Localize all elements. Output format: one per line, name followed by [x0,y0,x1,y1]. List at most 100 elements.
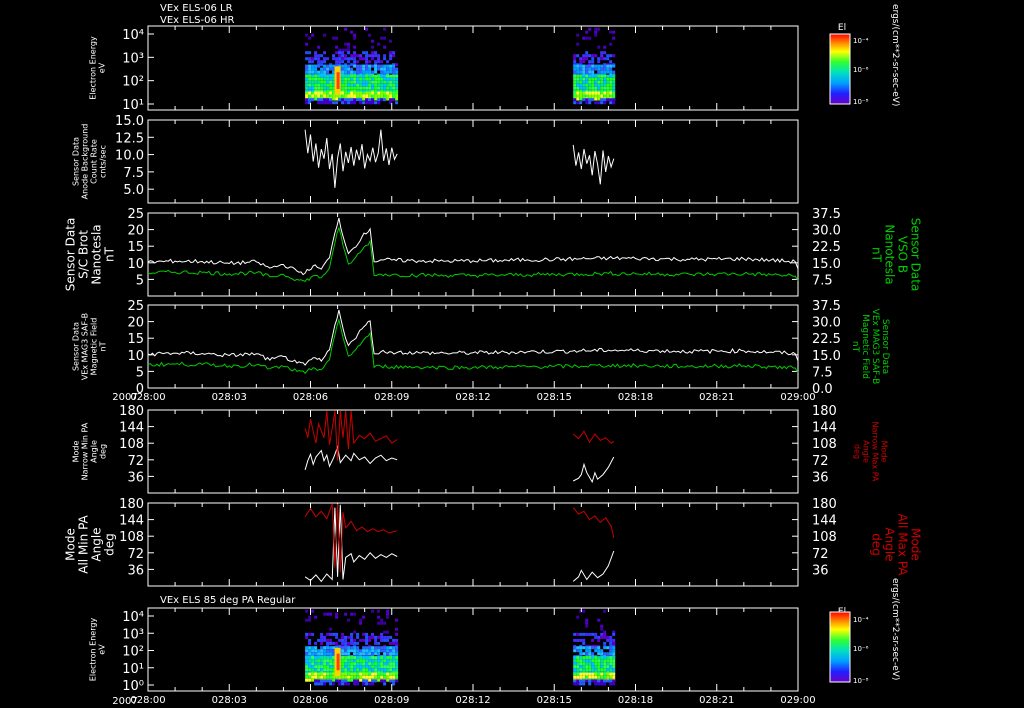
spectrogram-cell [386,675,390,679]
spectrogram-cell [371,83,375,87]
spectrogram-cell [395,641,399,645]
spectrogram-cell [386,635,390,639]
time-tick-label: 028:15 [537,695,572,706]
spectrogram-cell [347,635,351,639]
spectrogram-cell [380,635,384,639]
spectrogram-cell [353,54,357,58]
spectrogram-cell [585,94,589,98]
spectrogram-cell [323,649,327,653]
spectrogram-cell [329,98,333,102]
spectrogram-cell [305,83,309,87]
spectrogram-cell [612,662,616,666]
spectrogram-cell [377,98,381,102]
spectrogram-cell [341,51,345,55]
spectrogram-cell [365,77,369,81]
spectrogram-cell [389,675,393,679]
spectrogram-cell [335,632,339,636]
spectrogram-cell [347,652,351,656]
y2-axis-label-line: VEx MAG3 SAF-B [870,309,880,385]
spectrogram-cell [317,662,321,666]
series-line-min [572,550,615,582]
spectrogram-cell [612,656,616,660]
spectrogram-cell [353,101,357,105]
spectrogram-cell [582,675,586,679]
spectrogram-cell [329,668,333,672]
spectrogram-cell [347,91,351,95]
spectrogram-cell [362,91,366,95]
y2-axis-label-line: Angle [883,527,897,561]
time-tick-label: 028:06 [293,695,328,706]
spectrogram-cell [392,675,396,679]
spectrogram-cell [374,656,378,660]
spectrogram-cell [368,74,372,78]
spectrogram-cell [365,60,369,64]
colorbar-unit: ergs/(cm**2-sr-sec-eV) [890,4,900,106]
spectrogram-cell [573,659,577,663]
spectrogram-cell [380,618,384,622]
spectrogram-cell [612,94,616,98]
spectrogram-cell [612,641,616,645]
y2-tick-label: 7.5 [812,365,833,380]
plot-frame [147,212,799,297]
spectrogram-cell [606,662,610,666]
time-tick-label: 028:03 [212,695,247,706]
spectrogram-cell [365,672,369,676]
spectrogram-cell [308,656,312,660]
spectrogram-cell [591,64,595,68]
spectrogram-cell [597,86,601,90]
y2-tick-label: 15.0 [812,257,841,272]
spectrogram-cell [308,67,312,71]
spectrogram-cell [341,57,345,61]
spectrogram-cell [600,668,604,672]
spectrogram-cell [341,83,345,87]
colorbar-title: El [838,23,846,33]
spectrogram-cell [359,656,363,660]
spectrogram-cell [320,60,324,64]
y-axis-label-line: eV [98,62,107,73]
spectrogram-cell [311,665,315,669]
spectrogram-cell [314,675,318,679]
spectrogram-cell [579,91,583,95]
spectrogram-cell [362,101,366,105]
spectrogram-cell [365,86,369,90]
spectrogram-cell [603,632,607,636]
spectrogram-cell [576,649,580,653]
spectrogram-cell [317,652,321,656]
spectrogram-cell [585,662,589,666]
spectrogram-cell [314,51,318,55]
spectrogram-cell [344,64,348,68]
spectrogram-cell [329,67,333,71]
spectrogram-cell [374,665,378,669]
spectrogram-cell [341,656,345,660]
spectrogram-cell [371,86,375,90]
spectrogram-cell [597,70,601,74]
spectrogram-cell [317,659,321,663]
spectrogram-cell [612,98,616,102]
spectrogram-cell [591,662,595,666]
y-tick-label: 10² [122,645,144,660]
spectrogram-cell [341,98,345,102]
spectrogram-cell [612,672,616,676]
spectrogram-cell [576,91,580,95]
spectrogram-cell [579,83,583,87]
spectrogram-cell [305,618,309,622]
spectrogram-cell [353,682,357,686]
spectrogram-cell [612,74,616,78]
spectrogram-cell [329,675,333,679]
y-axis-label-line: eV [98,644,107,655]
spectrogram-cell [591,54,595,58]
spectrogram-cell [603,57,607,61]
spectrogram-cell [383,682,387,686]
spectrogram-cell [386,612,390,616]
colorbar-top-label: 10⁻⁴ [853,37,869,45]
spectrogram-cell [320,656,324,660]
spectrogram-cell [582,86,586,90]
spectrogram-cell [362,668,366,672]
spectrogram-cell [368,101,372,105]
spectrogram-cell [374,101,378,105]
time-tick-label: 028:18 [618,695,653,706]
spectrogram-cell [585,77,589,81]
spectrogram-cell [600,627,604,631]
spectrogram-cell [606,652,610,656]
spectrogram-cell [350,57,354,61]
